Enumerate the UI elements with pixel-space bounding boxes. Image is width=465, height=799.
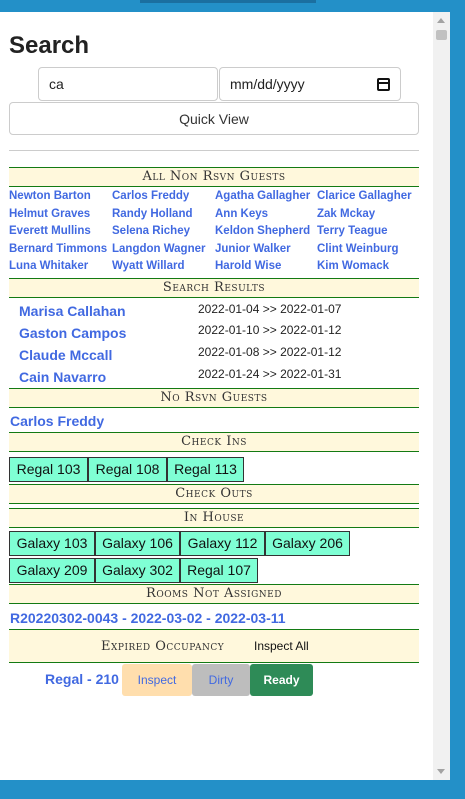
guest-link[interactable]: Helmut Graves	[9, 207, 112, 222]
guest-link[interactable]: Selena Richey	[112, 224, 215, 239]
search-result-name[interactable]: Gaston Campos	[19, 325, 126, 341]
check-in-room[interactable]: Regal 103	[9, 457, 88, 482]
non-rsvn-guest-grid: Newton Barton Carlos Freddy Agatha Galla…	[9, 189, 419, 274]
date-placeholder: mm/dd/yyyy	[230, 76, 305, 92]
guest-link[interactable]: Ann Keys	[215, 207, 317, 222]
search-result-dates: 2022-01-08 >> 2022-01-12	[198, 345, 342, 359]
section-search-results: Search Results	[9, 278, 419, 298]
search-result-dates: 2022-01-24 >> 2022-01-31	[198, 367, 342, 381]
in-house-room[interactable]: Regal 107	[180, 558, 258, 583]
calendar-icon[interactable]	[377, 77, 390, 91]
section-rooms-not-assigned: Rooms Not Assigned	[9, 584, 419, 604]
inspect-all-link[interactable]: Inspect All	[254, 639, 309, 653]
dirty-button[interactable]: Dirty	[192, 664, 250, 696]
guest-link[interactable]: Luna Whitaker	[9, 259, 112, 274]
guest-link[interactable]: Randy Holland	[112, 207, 215, 222]
section-no-rsvn-guests: No Rsvn Guests	[9, 388, 419, 408]
search-result-name[interactable]: Marisa Callahan	[19, 303, 126, 319]
no-rsvn-guest-link[interactable]: Carlos Freddy	[10, 413, 104, 429]
guest-link[interactable]: Bernard Timmons	[9, 242, 112, 257]
search-result-dates: 2022-01-10 >> 2022-01-12	[198, 323, 342, 337]
guest-link[interactable]: Carlos Freddy	[112, 189, 215, 204]
guest-link[interactable]: Agatha Gallagher	[215, 189, 317, 204]
guest-link[interactable]: Zak Mckay	[317, 207, 419, 222]
expired-occupancy-header: Expired Occupancy Inspect All	[9, 629, 419, 663]
section-all-non-rsvn-guests: All Non Rsvn Guests	[9, 167, 419, 187]
in-house-room[interactable]: Galaxy 209	[9, 558, 95, 583]
in-house-room[interactable]: Galaxy 103	[9, 531, 95, 556]
in-house-room[interactable]: Galaxy 112	[180, 531, 265, 556]
guest-link[interactable]: Everett Mullins	[9, 224, 112, 239]
vertical-scrollbar[interactable]	[433, 12, 450, 780]
search-result-name[interactable]: Cain Navarro	[19, 369, 106, 385]
in-house-room[interactable]: Galaxy 106	[95, 531, 180, 556]
search-result-dates: 2022-01-04 >> 2022-01-07	[198, 302, 342, 316]
divider	[9, 150, 419, 151]
unassigned-reservation-link[interactable]: R20220302-0043 - 2022-03-02 - 2022-03-11	[10, 610, 286, 626]
guest-link[interactable]: Junior Walker	[215, 242, 317, 257]
date-input[interactable]: mm/dd/yyyy	[219, 67, 401, 101]
window-border	[450, 12, 456, 780]
expired-unit-label[interactable]: Regal - 210	[45, 671, 119, 687]
guest-link[interactable]: Newton Barton	[9, 189, 112, 204]
in-house-room[interactable]: Galaxy 302	[95, 558, 180, 583]
section-check-outs: Check Outs	[9, 484, 419, 504]
guest-link[interactable]: Terry Teague	[317, 224, 419, 239]
check-in-room[interactable]: Regal 113	[167, 457, 244, 482]
search-result-name[interactable]: Claude Mccall	[19, 347, 112, 363]
guest-link[interactable]: Langdon Wagner	[112, 242, 215, 257]
scroll-down-arrow-icon[interactable]	[437, 769, 445, 774]
check-in-room[interactable]: Regal 108	[88, 457, 167, 482]
inspect-button[interactable]: Inspect	[122, 664, 192, 696]
scrollbar-thumb[interactable]	[436, 30, 447, 40]
search-input[interactable]: ca	[38, 67, 218, 101]
ready-button[interactable]: Ready	[250, 664, 313, 696]
window-bottom-border	[0, 780, 465, 799]
scroll-up-arrow-icon[interactable]	[437, 18, 445, 23]
guest-link[interactable]: Clint Weinburg	[317, 242, 419, 257]
expired-occupancy-title: Expired Occupancy	[101, 639, 225, 654]
guest-link[interactable]: Kim Womack	[317, 259, 419, 274]
guest-link[interactable]: Harold Wise	[215, 259, 317, 274]
section-check-ins: Check Ins	[9, 432, 419, 452]
window-top-accent	[140, 0, 316, 3]
quick-view-button[interactable]: Quick View	[9, 102, 419, 135]
in-house-room[interactable]: Galaxy 206	[265, 531, 350, 556]
guest-link[interactable]: Keldon Shepherd	[215, 224, 317, 239]
search-panel: Search ca mm/dd/yyyy Quick View All Non …	[0, 12, 433, 780]
guest-link[interactable]: Clarice Gallagher	[317, 189, 419, 204]
page-title: Search	[9, 32, 90, 59]
guest-link[interactable]: Wyatt Willard	[112, 259, 215, 274]
section-in-house: In House	[9, 508, 419, 528]
